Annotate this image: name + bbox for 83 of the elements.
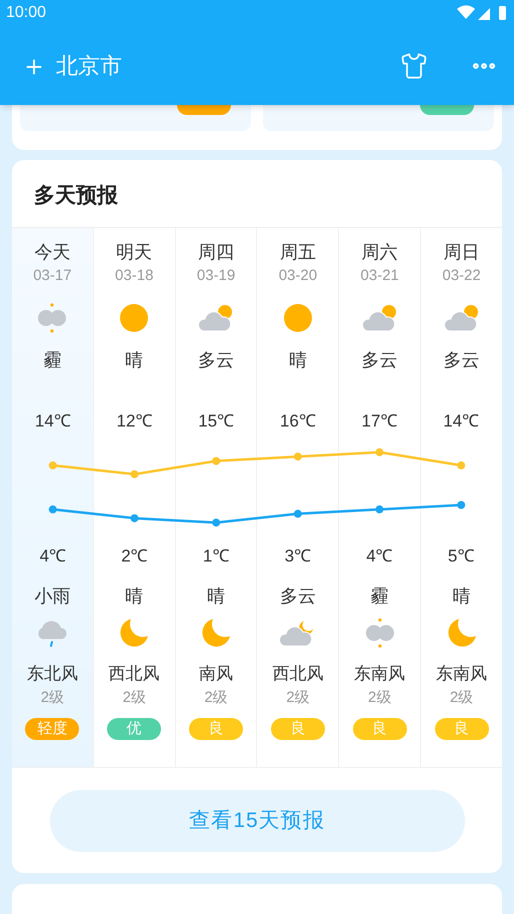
temperature-point xyxy=(294,510,302,518)
date-label: 03-21 xyxy=(360,266,399,286)
temperature-point xyxy=(457,501,466,509)
temperature-point xyxy=(48,461,57,470)
date-label: 03-18 xyxy=(115,266,154,286)
day-name: 明天 xyxy=(116,241,152,264)
weather-label: 多云 xyxy=(198,349,234,372)
aqi-badge: 良 xyxy=(270,718,325,740)
sun-icon xyxy=(282,303,313,333)
aqi-badge: 优 xyxy=(107,718,162,740)
weather-label: 霾 xyxy=(370,585,389,608)
haze-icon xyxy=(36,303,68,333)
temperature-label: 14℃ xyxy=(443,412,480,430)
rain-cloud-icon xyxy=(36,618,68,648)
temperature-label: 14℃ xyxy=(34,412,71,430)
weather-label: 小雨 xyxy=(34,585,70,608)
weather-label: 多云 xyxy=(280,585,316,608)
wind-level: 2级 xyxy=(450,688,474,708)
moon-icon xyxy=(119,618,150,648)
wind-level: 2级 xyxy=(40,688,64,708)
day-name: 周五 xyxy=(280,241,316,264)
wind-level: 2级 xyxy=(204,688,228,708)
temperature-point xyxy=(130,470,138,478)
weather-label: 晴 xyxy=(288,349,307,372)
wind-level: 2级 xyxy=(286,688,310,708)
weather-label: 晴 xyxy=(207,585,226,608)
aqi-badge: 良 xyxy=(189,718,244,740)
section-title: 多天预报 xyxy=(34,182,118,209)
temperature-label: 5℃ xyxy=(448,546,474,566)
theme-icon[interactable] xyxy=(400,52,428,80)
weather-label: 晴 xyxy=(125,585,144,608)
temperature-label: 15℃ xyxy=(198,412,234,430)
aqi-badge: 良 xyxy=(352,718,407,740)
wind-direction: 南风 xyxy=(199,663,234,685)
day-name: 周六 xyxy=(362,241,398,264)
weather-label: 晴 xyxy=(125,349,144,372)
wind-level: 2级 xyxy=(368,688,392,708)
temperature-label: 4℃ xyxy=(366,546,393,566)
moon-icon xyxy=(446,618,477,648)
date-label: 03-22 xyxy=(442,266,481,286)
aqi-badge: 良 xyxy=(434,718,489,740)
city-name: 北京市 xyxy=(56,52,122,80)
date-label: 03-20 xyxy=(278,266,318,286)
temperature-point xyxy=(294,452,302,461)
status-icons xyxy=(456,5,508,21)
weather-label: 多云 xyxy=(444,349,480,372)
day-name: 周日 xyxy=(444,241,480,264)
moon-icon xyxy=(201,618,232,648)
temperature-label: 1℃ xyxy=(202,546,230,566)
temperature-label: 4℃ xyxy=(40,546,66,566)
weather-label: 多云 xyxy=(362,349,398,372)
date-label: 03-17 xyxy=(33,266,72,286)
temperature-point xyxy=(212,457,220,465)
wind-direction: 西北风 xyxy=(272,663,324,685)
sun-icon xyxy=(119,303,150,333)
temperature-point xyxy=(212,518,220,527)
wind-direction: 东北风 xyxy=(26,663,78,685)
date-label: 03-19 xyxy=(196,266,236,286)
cloud-sun-icon xyxy=(198,304,234,332)
temperature-point xyxy=(130,514,138,522)
cloud-sun-icon xyxy=(362,304,398,332)
wind-direction: 东南风 xyxy=(436,663,488,685)
wind-level: 2级 xyxy=(122,688,146,708)
status-time: 10:00 xyxy=(6,3,46,23)
temperature-point xyxy=(48,505,57,514)
temperature-label: 16℃ xyxy=(280,412,316,430)
temperature-label: 12℃ xyxy=(116,412,152,430)
cloud-sun-icon xyxy=(444,304,480,332)
weather-label: 霾 xyxy=(43,349,62,372)
temperature-label: 3℃ xyxy=(284,546,312,566)
cloud-moon-icon xyxy=(280,619,316,647)
temperature-point xyxy=(457,461,466,470)
temperature-point xyxy=(376,448,384,456)
day-name: 周四 xyxy=(198,241,234,264)
temperature-label: 2℃ xyxy=(121,546,148,566)
wind-direction: 西北风 xyxy=(108,663,160,685)
weather-label: 晴 xyxy=(452,585,471,608)
temperature-point xyxy=(376,505,384,514)
aqi-badge: 轻度 xyxy=(25,718,80,740)
temperature-label: 17℃ xyxy=(362,412,398,430)
haze-icon xyxy=(364,618,396,648)
wind-direction: 东南风 xyxy=(354,663,406,685)
day-name: 今天 xyxy=(34,241,70,264)
